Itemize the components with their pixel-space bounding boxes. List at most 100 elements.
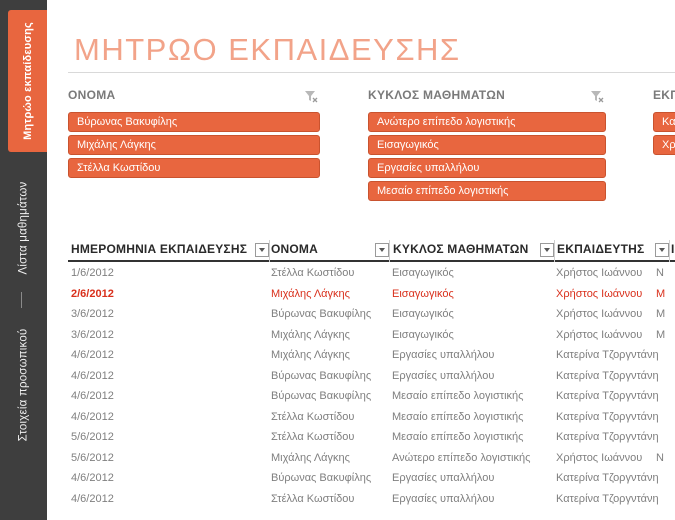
cell-course: Εργασίες υπαλλήλου <box>392 492 495 505</box>
cell-extra: Μ <box>656 308 666 320</box>
cell-date: 4/6/2012 <box>71 349 114 361</box>
filter-clear-icon[interactable] <box>304 89 318 103</box>
cell-date: 4/6/2012 <box>71 492 114 505</box>
cell-trainer: Κατερίνα Τζοργντάνη <box>556 390 659 402</box>
cell-date: 5/6/2012 <box>71 451 114 464</box>
slicer-item[interactable]: Εισαγωγικός <box>368 135 606 155</box>
cell-name: Μιχάλης Λάγκης <box>271 287 350 300</box>
cell-trainer: Κατερίνα Τζοργντάνη <box>556 349 659 361</box>
slicer-title: ΕΚΠ <box>653 88 675 102</box>
column-separator <box>669 240 670 262</box>
cell-name: Μιχάλης Λάγκης <box>271 349 350 361</box>
table-row[interactable]: 4/6/2012 Βύρωνας Βακυφίλης Εργασίες υπαλλή… <box>68 367 675 387</box>
table-row[interactable]: 4/6/2012 Βύρωνας Βακυφίλης Εργασίες υπαλλή… <box>68 469 675 489</box>
dropdown-arrow-icon[interactable] <box>375 243 389 257</box>
cell-name: Στέλλα Κωστίδου <box>271 267 355 279</box>
cell-extra: Μ <box>656 328 666 341</box>
cell-name: Στέλλα Κωστίδου <box>271 431 355 443</box>
table-header: ΗΜΕΡΟΜΗΝΙΑ ΕΚΠΑΙΔΕΥΣΗΣ ΟΝΟΜΑ ΚΥΚΛΟΣ ΜΑΘΗ… <box>68 240 675 262</box>
title-divider <box>68 72 675 73</box>
slicer-course: ΚΥΚΛΟΣ ΜΑΘΗΜΑΤΩΝ Ανώτερο επίπεδο λογιστι… <box>368 88 606 204</box>
tab-label: Στοιχεία προσωπικού <box>17 328 30 442</box>
cell-name: Μιχάλης Λάγκης <box>271 451 350 464</box>
cell-course: Μεσαίο επίπεδο λογιστικής <box>392 390 524 402</box>
cell-date: 2/6/2012 <box>71 287 114 300</box>
cell-date: 3/6/2012 <box>71 308 114 320</box>
slicer-name: ΟΝΟΜΑ Βύρωνας Βακυφίλης Μιχάλης Λάγκης Σ… <box>68 88 320 181</box>
table-row[interactable]: 2/6/2012 Μιχάλης Λάγκης Εισαγωγικός Χρήστος… <box>68 285 675 305</box>
cell-course: Μεσαίο επίπεδο λογιστικής <box>392 410 524 423</box>
cell-course: Εισαγωγικός <box>392 267 454 279</box>
cell-date: 1/6/2012 <box>71 267 114 279</box>
cell-extra: Ν <box>656 451 664 464</box>
table-row[interactable]: 4/6/2012 Μιχάλης Λάγκης Εργασίες υπαλλήλου… <box>68 346 675 366</box>
slicer-title: ΚΥΚΛΟΣ ΜΑΘΗΜΑΤΩΝ <box>368 88 506 102</box>
cell-trainer: Κατερίνα Τζοργντάνη <box>556 369 659 382</box>
table-row[interactable]: 3/6/2012 Βύρωνας Βακυφίλης Εισαγωγικός Χρήσ… <box>68 305 675 325</box>
cell-trainer: Κατερίνα Τζοργντάνη <box>556 492 659 505</box>
column-separator <box>389 240 390 262</box>
cell-name: Βύρωνας Βακυφίλης <box>271 308 372 320</box>
cell-trainer: Χρήστος Ιωάννου <box>556 287 643 300</box>
table-row[interactable]: 4/6/2012 Στέλλα Κωστίδου Μεσαίο επίπεδο λο… <box>68 408 675 428</box>
slicer-item[interactable]: Εργασίες υπαλλήλου <box>368 158 606 178</box>
cell-name: Στέλλα Κωστίδου <box>271 410 355 423</box>
cell-date: 4/6/2012 <box>71 410 114 423</box>
slicer-item[interactable]: Μιχάλης Λάγκης <box>68 135 320 155</box>
tab-course-list[interactable]: Λίστα μαθημάτων <box>0 170 47 286</box>
cell-course: Μεσαίο επίπεδο λογιστικής <box>392 431 524 443</box>
cell-course: Εργασίες υπαλλήλου <box>392 369 495 382</box>
cell-course: Εργασίες υπαλλήλου <box>392 472 495 484</box>
cell-trainer: Κατερίνα Τζοργντάνη <box>556 472 659 484</box>
cell-course: Εργασίες υπαλλήλου <box>392 349 495 361</box>
cell-extra: Ν <box>656 267 664 279</box>
cell-date: 4/6/2012 <box>71 369 114 382</box>
cell-extra: Μ <box>656 287 666 300</box>
dropdown-arrow-icon[interactable] <box>255 243 269 257</box>
slicer-item[interactable]: Ανώτερο επίπεδο λογιστικής <box>368 112 606 132</box>
column-header-name: ΟΝΟΜΑ <box>271 242 318 256</box>
tab-staff-details[interactable]: Στοιχεία προσωπικού <box>0 310 47 460</box>
slicer-item[interactable]: Κατ <box>653 112 675 132</box>
table-row[interactable]: 4/6/2012 Στέλλα Κωστίδου Εργασίες υπαλλήλο… <box>68 490 675 510</box>
tab-divider <box>21 292 22 308</box>
cell-name: Στέλλα Κωστίδου <box>271 492 355 505</box>
tab-label: Μητρώο εκπαίδευσης <box>21 22 34 140</box>
cell-date: 4/6/2012 <box>71 472 114 484</box>
table-row[interactable]: 4/6/2012 Βύρωνας Βακυφίλης Μεσαίο επίπεδο … <box>68 387 675 407</box>
table-row[interactable]: 3/6/2012 Μιχάλης Λάγκης Εισαγωγικός Χρήστος… <box>68 326 675 346</box>
cell-trainer: Χρήστος Ιωάννου <box>556 328 643 341</box>
tab-training-register[interactable]: Μητρώο εκπαίδευσης <box>8 10 47 152</box>
cell-course: Εισαγωγικός <box>392 308 454 320</box>
cell-course: Εισαγωγικός <box>392 287 454 300</box>
cell-date: 3/6/2012 <box>71 328 114 341</box>
dropdown-arrow-icon[interactable] <box>655 243 669 257</box>
slicer-item[interactable]: Βύρωνας Βακυφίλης <box>68 112 320 132</box>
table-row[interactable]: 1/6/2012 Στέλλα Κωστίδου Εισαγωγικός Χρήστο… <box>68 264 675 284</box>
table-row[interactable]: 5/6/2012 Μιχάλης Λάγκης Ανώτερο επίπεδο λο… <box>68 449 675 469</box>
filter-clear-icon[interactable] <box>590 89 604 103</box>
cell-trainer: Χρήστος Ιωάννου <box>556 451 643 464</box>
slicer-item[interactable]: Στέλλα Κωστίδου <box>68 158 320 178</box>
slicer-title: ΟΝΟΜΑ <box>68 88 116 102</box>
page-title: ΜΗΤΡΩΟ ΕΚΠΑΙΔΕΥΣΗΣ <box>74 32 461 67</box>
cell-name: Βύρωνας Βακυφίλης <box>271 369 372 382</box>
slicer-item[interactable]: Μεσαίο επίπεδο λογιστικής <box>368 181 606 201</box>
column-header-trainer: ΕΚΠΑΙΔΕΥΤΗΣ <box>557 242 645 256</box>
column-separator <box>269 240 270 262</box>
slicer-trainer: ΕΚΠ Κατ Χρή <box>653 88 675 158</box>
cell-trainer: Κατερίνα Τζοργντάνη <box>556 431 659 443</box>
cell-trainer: Χρήστος Ιωάννου <box>556 308 643 320</box>
table-row[interactable]: 5/6/2012 Στέλλα Κωστίδου Μεσαίο επίπεδο λο… <box>68 428 675 448</box>
slicer-item[interactable]: Χρή <box>653 135 675 155</box>
cell-trainer: Χρήστος Ιωάννου <box>556 267 643 279</box>
column-header-extra: Ι <box>671 242 675 256</box>
tab-label: Λίστα μαθημάτων <box>17 181 30 275</box>
cell-name: Βύρωνας Βακυφίλης <box>271 472 372 484</box>
cell-name: Μιχάλης Λάγκης <box>271 328 350 341</box>
cell-trainer: Κατερίνα Τζοργντάνη <box>556 410 659 423</box>
cell-course: Ανώτερο επίπεδο λογιστικής <box>392 451 531 464</box>
dropdown-arrow-icon[interactable] <box>540 243 554 257</box>
column-header-date: ΗΜΕΡΟΜΗΝΙΑ ΕΚΠΑΙΔΕΥΣΗΣ <box>71 242 248 256</box>
column-header-course: ΚΥΚΛΟΣ ΜΑΘΗΜΑΤΩΝ <box>393 242 529 256</box>
